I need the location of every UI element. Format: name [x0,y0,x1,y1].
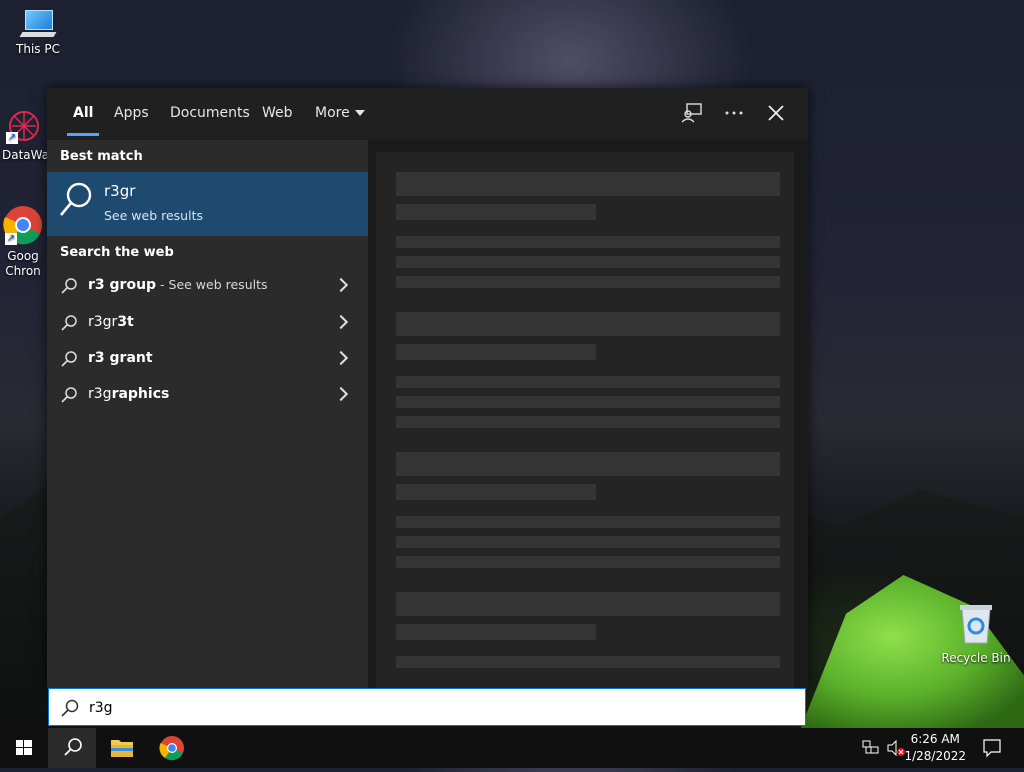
web-suggestion-text: r3 group - See web results [88,277,268,293]
tab-web[interactable]: Web [262,88,293,138]
chevron-right-icon[interactable] [333,277,349,293]
recycle-bin-icon [959,603,993,645]
web-suggestion-item[interactable]: r3gr3t [47,305,368,341]
search-input[interactable] [87,695,771,721]
search-button[interactable] [48,728,96,768]
more-options-icon[interactable] [723,102,745,124]
search-icon [61,387,77,403]
search-icon [60,182,92,216]
chevron-right-icon[interactable] [333,386,349,402]
desktop-icon-label: Recycle Bin [941,651,1011,665]
shortcut-arrow-icon: ↗ [6,132,18,144]
chevron-right-icon[interactable] [333,314,349,330]
desktop-icon-label: DataWag [2,148,57,162]
search-flyout: All Apps Documents Web More Best match r… [47,88,808,688]
web-suggestion-item[interactable]: r3graphics [47,377,368,413]
action-center-icon[interactable] [982,738,1002,758]
best-match-name: r3gr [104,182,136,200]
web-suggestion-text: r3graphics [88,386,170,402]
search-icon [61,278,77,294]
loading-placeholder [376,152,794,688]
file-explorer-button[interactable] [98,728,146,768]
preview-pane [368,140,808,688]
datawag-icon: ↗ [4,108,40,144]
web-suggestion-item[interactable]: r3 grant [47,341,368,377]
desktop-icon-label: Goog Chron [5,249,41,278]
web-suggestion-item[interactable]: r3 group - See web results [47,268,368,304]
search-web-heading: Search the web [60,245,174,260]
search-icon [61,699,79,717]
search-box[interactable] [48,688,806,726]
close-icon[interactable] [765,102,787,124]
chevron-down-icon [354,110,365,116]
search-icon [61,351,77,367]
chrome-taskbar-button[interactable] [148,728,196,768]
tab-apps[interactable]: Apps [114,88,149,138]
shortcut-arrow-icon: ↗ [5,233,17,245]
tab-more-label: More [315,105,350,121]
search-icon [64,738,82,756]
feedback-icon[interactable] [681,102,703,124]
chevron-right-icon[interactable] [333,350,349,366]
network-icon[interactable] [862,740,880,756]
taskbar: 6:26 AM 1/28/2022 [0,728,1024,768]
start-button[interactable] [0,728,48,768]
windows-icon [16,740,32,755]
chrome-icon [159,736,184,761]
desktop-icon-google-chrome[interactable]: ↗ Goog Chron [0,205,50,279]
best-match-item[interactable]: r3gr See web results [47,172,368,236]
volume-muted-icon[interactable] [886,739,906,757]
clock[interactable]: 6:26 AM 1/28/2022 [904,731,966,765]
desktop-icon-label: This PC [16,42,60,56]
tab-documents[interactable]: Documents [170,88,250,138]
chrome-icon: ↗ [3,205,43,245]
best-match-heading: Best match [60,149,143,164]
desktop-icon-datawag[interactable]: ↗ DataWag [0,108,57,162]
tab-all[interactable]: All [66,88,101,138]
clock-time: 6:26 AM [910,732,960,746]
results-list: Best match r3gr See web results Search t… [47,140,368,688]
computer-icon [19,10,57,38]
web-suggestion-text: r3 grant [88,350,153,366]
best-match-subtitle: See web results [104,208,203,223]
tab-more[interactable]: More [315,88,365,138]
search-icon [61,315,77,331]
web-suggestion-text: r3gr3t [88,314,134,330]
search-tabs: All Apps Documents Web More [47,88,808,138]
folder-icon [111,740,133,757]
desktop-icon-recycle-bin[interactable]: Recycle Bin [934,603,1018,665]
desktop-icon-this-pc[interactable]: This PC [0,10,76,56]
clock-date: 1/28/2022 [904,749,966,763]
